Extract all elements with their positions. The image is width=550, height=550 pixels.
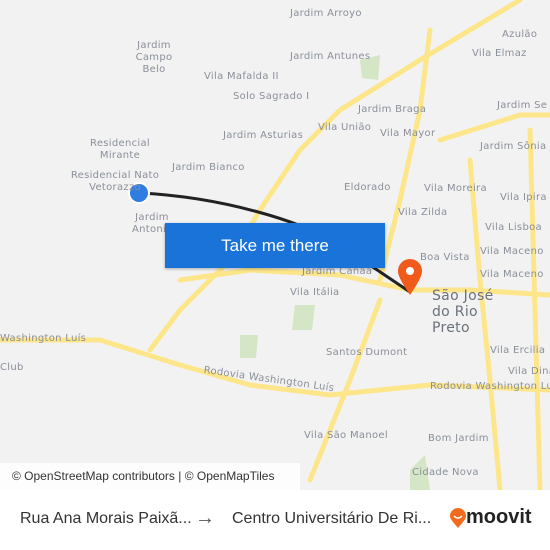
map-label: Vila Mayor — [380, 128, 436, 139]
map-label: Residencial Mirante — [90, 138, 150, 161]
map-label: Vila Ipira — [500, 192, 547, 203]
map[interactable]: Jardim Arroyo Azulão Jardim Campo Belo J… — [0, 0, 550, 490]
moovit-pin-icon — [450, 507, 466, 528]
map-label: Jardim Asturias — [223, 130, 304, 141]
map-label: Jardim Se — [497, 100, 548, 111]
map-label: Vila Ercilia — [490, 345, 546, 356]
destination-name: Centro Universitário De Ri... — [232, 510, 432, 527]
map-label: Vila Zilda — [398, 207, 448, 218]
map-label: Vila São Manoel — [304, 430, 388, 441]
map-label: Bom Jardim — [428, 433, 489, 444]
moovit-logo: moovit — [450, 506, 532, 529]
map-label: Residencial Nato Vetorazzo — [70, 170, 160, 193]
map-label: Solo Sagrado I — [233, 91, 310, 102]
map-label: Vila Lisboa — [485, 222, 542, 233]
map-label: Jardim Antunes — [290, 51, 371, 62]
map-label: Santos Dumont — [326, 347, 408, 358]
map-label: Vila Mafalda II — [204, 71, 279, 82]
arrow-right-icon: → — [195, 507, 215, 529]
map-label: Jardim Braga — [358, 104, 427, 115]
map-label: Vila Elmaz — [472, 48, 527, 59]
map-label: Washington Luís — [0, 333, 87, 344]
map-label: Jardim Arroyo — [290, 8, 362, 19]
take-me-there-button[interactable]: Take me there — [165, 223, 385, 268]
map-attribution[interactable]: © OpenStreetMap contributors | © OpenMap… — [0, 463, 300, 490]
map-label: Boa Vista — [420, 252, 470, 263]
map-label: Azulão — [502, 29, 538, 40]
map-label: Vila Dina — [508, 366, 550, 377]
map-label: Eldorado — [344, 182, 391, 193]
map-label: Vila Maceno — [480, 269, 544, 280]
map-label: Club — [0, 362, 24, 373]
map-label: Vila União — [318, 122, 372, 133]
map-label: Jardim Bianco — [172, 162, 245, 173]
map-label: Vila Itália — [290, 287, 340, 298]
map-label: Jardim Campo Belo — [135, 40, 173, 75]
road-label: Rodovia Washington Luís — [430, 381, 550, 392]
map-label: Jardim Sônia — [480, 141, 547, 152]
route-footer: Rua Ana Morais Paixã... → Centro Univers… — [0, 490, 550, 550]
map-label: Cidade Nova — [412, 467, 479, 478]
city-label: São José do Rio Preto — [432, 288, 494, 336]
brand-name: moovit — [466, 506, 532, 528]
origin-name: Rua Ana Morais Paixã... — [20, 510, 192, 527]
map-label: Vila Maceno — [480, 246, 544, 257]
map-label: Vila Moreira — [424, 183, 487, 194]
